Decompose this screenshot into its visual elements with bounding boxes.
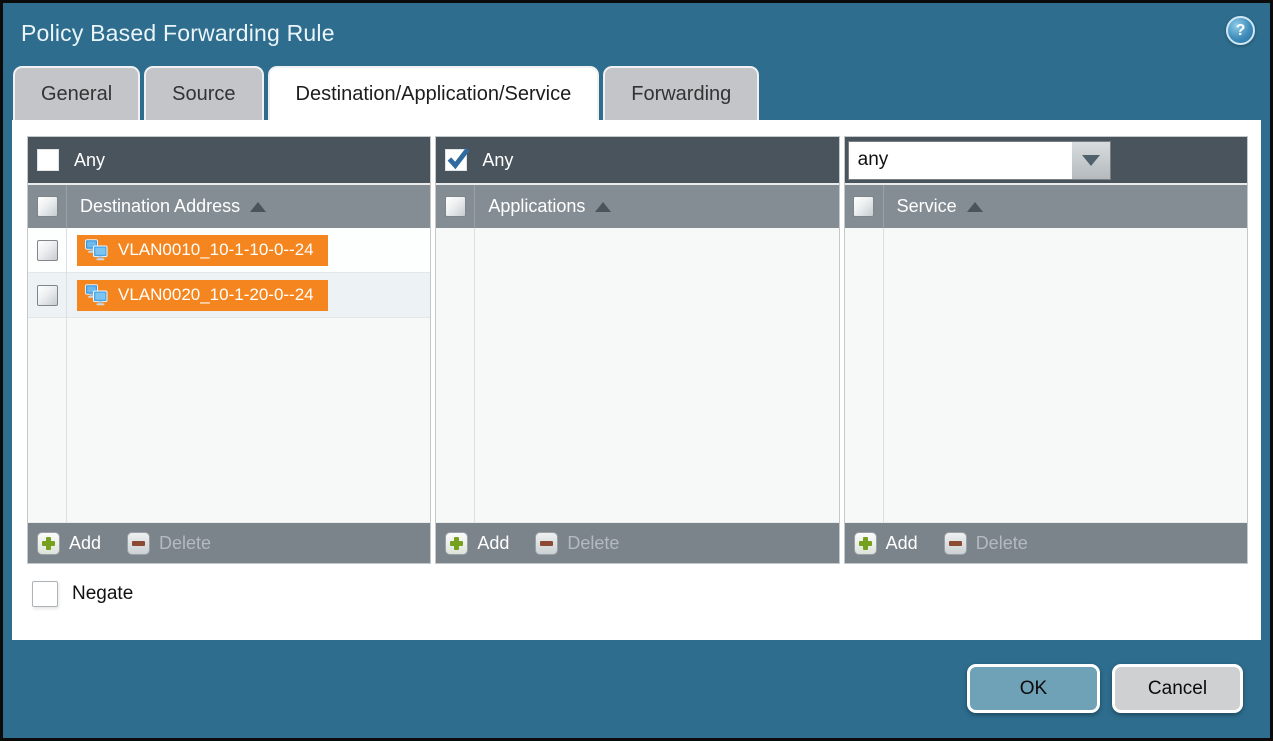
destination-delete-button[interactable]: Delete [127,532,211,555]
address-label: VLAN0010_10-1-10-0--24 [118,240,314,260]
delete-button-label: Delete [567,533,619,554]
destination-any-checkbox[interactable] [37,149,59,171]
service-list [845,228,1247,522]
delete-icon [944,532,967,555]
add-button-label: Add [477,533,509,554]
tab-forwarding[interactable]: Forwarding [603,66,759,120]
applications-toolbar: Add Delete [436,522,838,563]
negate-label: Negate [72,583,133,605]
applications-delete-button[interactable]: Delete [535,532,619,555]
list-item[interactable]: VLAN0010_10-1-10-0--24 [28,228,430,273]
applications-column: Any Applications Add [435,136,839,564]
list-item[interactable]: VLAN0020_10-1-20-0--24 [28,273,430,318]
destination-column-header[interactable]: Destination Address [80,196,240,217]
network-address-icon [84,284,109,306]
row-checkbox[interactable] [37,285,58,306]
service-add-button[interactable]: Add [854,532,918,555]
dialog-title: Policy Based Forwarding Rule [21,20,335,47]
service-type-value: any [849,142,1071,179]
ok-button[interactable]: OK [967,664,1100,713]
negate-checkbox[interactable] [32,581,58,607]
address-label: VLAN0020_10-1-20-0--24 [118,285,314,305]
tab-destination-application-service[interactable]: Destination/Application/Service [268,66,600,120]
applications-list [436,228,838,522]
add-icon [37,532,60,555]
delete-icon [535,532,558,555]
applications-column-header[interactable]: Applications [488,196,585,217]
pbf-rule-dialog: Policy Based Forwarding Rule ? General S… [0,0,1273,741]
add-icon [854,532,877,555]
applications-any-label: Any [482,150,513,171]
tab-bar: General Source Destination/Application/S… [13,66,759,120]
destination-address-list: VLAN0010_10-1-10-0--24 [28,228,430,522]
row-checkbox-cell [28,285,66,306]
service-delete-button[interactable]: Delete [944,532,1028,555]
dropdown-arrow-button[interactable] [1071,142,1110,179]
screen: Policy Based Forwarding Rule ? General S… [0,0,1273,741]
network-address-icon [84,239,109,261]
applications-add-button[interactable]: Add [445,532,509,555]
delete-button-label: Delete [976,533,1028,554]
applications-any-checkbox[interactable] [445,149,467,171]
destination-select-all-checkbox[interactable] [37,196,58,217]
destination-header-row: Destination Address [28,183,430,228]
chevron-down-icon [1082,155,1100,166]
applications-select-all-checkbox[interactable] [445,196,466,217]
tab-source[interactable]: Source [144,66,263,120]
service-column: any Service [844,136,1248,564]
add-button-label: Add [69,533,101,554]
columns-container: Any Destination Address [27,136,1248,564]
address-chip[interactable]: VLAN0020_10-1-20-0--24 [77,280,328,311]
destination-any-label: Any [74,150,105,171]
applications-header-row: Applications [436,183,838,228]
service-type-dropdown[interactable]: any [849,142,1110,179]
destination-add-button[interactable]: Add [37,532,101,555]
help-glyph: ? [1236,22,1246,40]
service-selector-bar: any [845,137,1247,183]
tab-general[interactable]: General [13,66,140,120]
checkmark-icon [444,145,472,173]
address-chip[interactable]: VLAN0010_10-1-10-0--24 [77,235,328,266]
destination-select-all-cell [28,185,67,228]
service-toolbar: Add Delete [845,522,1247,563]
destination-any-bar: Any [28,137,430,183]
cancel-button[interactable]: Cancel [1112,664,1243,713]
add-button-label: Add [886,533,918,554]
applications-any-bar: Any [436,137,838,183]
service-column-header[interactable]: Service [897,196,957,217]
help-icon[interactable]: ? [1226,16,1255,45]
sort-ascending-icon [967,202,983,212]
service-select-all-cell [845,185,884,228]
row-checkbox-cell [28,240,66,261]
add-icon [445,532,468,555]
destination-address-column: Any Destination Address [27,136,431,564]
sort-ascending-icon [595,202,611,212]
destination-toolbar: Add Delete [28,522,430,563]
applications-select-all-cell [436,185,475,228]
service-header-row: Service [845,183,1247,228]
negate-row: Negate [32,581,133,607]
delete-icon [127,532,150,555]
sort-ascending-icon [250,202,266,212]
row-checkbox[interactable] [37,240,58,261]
service-select-all-checkbox[interactable] [853,196,874,217]
tab-content-panel: Any Destination Address [12,120,1261,640]
delete-button-label: Delete [159,533,211,554]
